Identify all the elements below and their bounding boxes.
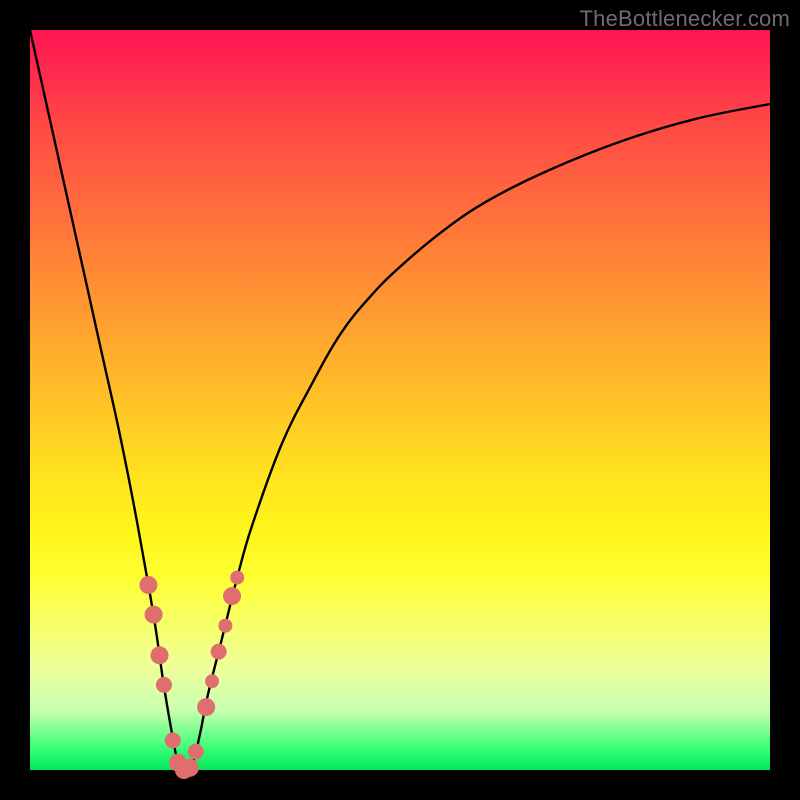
curve-marker	[188, 744, 204, 760]
curve-marker	[223, 587, 241, 605]
plot-area	[30, 30, 770, 770]
curve-marker	[151, 646, 169, 664]
bottleneck-curve	[30, 30, 770, 770]
chart-svg	[30, 30, 770, 770]
curve-marker	[211, 644, 227, 660]
curve-marker	[181, 759, 199, 777]
watermark-label: TheBottlenecker.com	[580, 6, 790, 32]
markers-group	[139, 571, 244, 779]
curve-marker	[230, 571, 244, 585]
curve-marker	[197, 698, 215, 716]
chart-frame: TheBottlenecker.com	[0, 0, 800, 800]
curve-marker	[165, 732, 181, 748]
curve-marker	[156, 677, 172, 693]
curve-marker	[218, 619, 232, 633]
curve-marker	[139, 576, 157, 594]
curve-marker	[205, 674, 219, 688]
curve-marker	[145, 606, 163, 624]
